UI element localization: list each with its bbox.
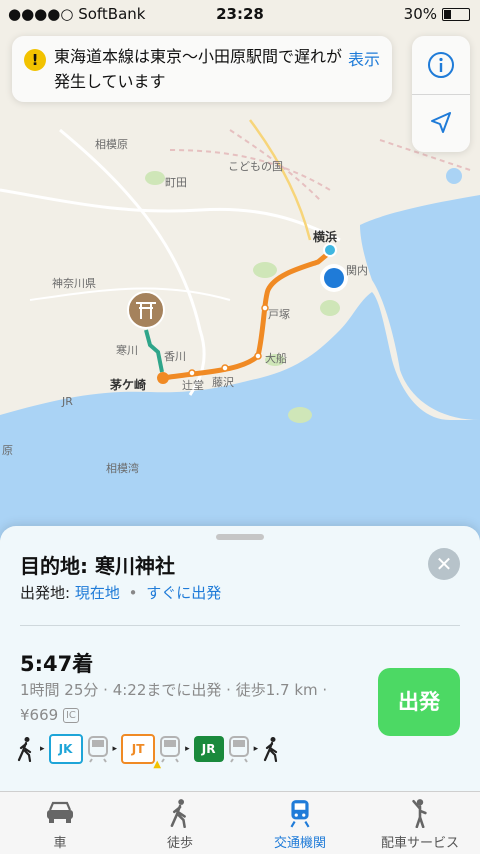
origin-label: 出発地: bbox=[20, 584, 71, 602]
train-icon bbox=[160, 736, 181, 763]
map-label-samukawa: 寒川 bbox=[116, 344, 138, 357]
battery-icon bbox=[442, 7, 470, 21]
tab-ride[interactable]: 配車サービス bbox=[360, 792, 480, 854]
train-icon bbox=[87, 736, 108, 763]
map-label-tsujido: 辻堂 bbox=[182, 379, 204, 392]
alert-message: 東海道本線は東京〜小田原駅間で遅れが発生しています bbox=[54, 47, 343, 91]
train-icon bbox=[290, 800, 310, 828]
map-controls-divider bbox=[412, 94, 470, 95]
transport-tab-bar: 車 徒歩 交通機関 配車サービス bbox=[0, 791, 480, 854]
map-controls bbox=[412, 36, 470, 152]
step-arrow-icon: ▸ bbox=[253, 744, 259, 754]
tab-car-label: 車 bbox=[53, 836, 67, 851]
tab-ride-label: 配車サービス bbox=[380, 836, 459, 851]
step-arrow-icon: ▸ bbox=[185, 744, 190, 754]
map-label-jr: JR bbox=[62, 395, 73, 408]
origin-bullet: • bbox=[128, 584, 138, 602]
alert-show-button[interactable]: 表示 bbox=[348, 46, 380, 70]
warning-icon: ! bbox=[24, 49, 46, 71]
close-button[interactable]: ✕ bbox=[428, 548, 460, 580]
location-arrow-icon[interactable] bbox=[428, 110, 454, 136]
route-steps: ▸ JK ▸ JT ▲ ▸ JR ▸ bbox=[16, 734, 282, 770]
walk-icon bbox=[17, 737, 32, 762]
step-arrow-icon: ▸ bbox=[40, 744, 45, 754]
map-label-sagamiwan: 相模湾 bbox=[106, 462, 139, 475]
map-label-ofuna: 大船 bbox=[265, 352, 287, 365]
status-bar: ●●●●○ SoftBank 23:28 30% bbox=[0, 0, 480, 28]
go-button[interactable]: 出発 bbox=[378, 668, 460, 736]
train-icon bbox=[228, 736, 249, 763]
map-label-totsuka: 戸塚 bbox=[268, 308, 290, 321]
map-label-kodomo: こどもの国 bbox=[228, 160, 283, 173]
battery-percent: 30% bbox=[403, 5, 437, 23]
map-label-machida: 町田 bbox=[165, 176, 187, 189]
depart-time-link[interactable]: すぐに出発 bbox=[146, 584, 221, 602]
ic-badge: IC bbox=[62, 708, 79, 723]
info-icon[interactable] bbox=[427, 51, 455, 79]
card-divider bbox=[20, 625, 460, 626]
status-right: 30% bbox=[404, 5, 470, 23]
walk-icon bbox=[170, 799, 186, 828]
step-arrow-icon: ▸ bbox=[112, 744, 118, 754]
route-details: 1時間 25分 · 4:22までに出発 · 徒歩1.7 km · ¥669 IC bbox=[20, 678, 350, 728]
map-label-kagawa: 香川 bbox=[164, 350, 186, 363]
map-label-fujisawa: 藤沢 bbox=[212, 376, 234, 389]
line-badge-jt: JT bbox=[121, 734, 156, 764]
line-badge-jt-wrap: JT ▲ bbox=[121, 734, 161, 770]
car-icon bbox=[47, 801, 73, 823]
line-badge-jk: JK bbox=[48, 734, 83, 764]
delay-alert-banner[interactable]: ! 東海道本線は東京〜小田原駅間で遅れが発生しています 表示 bbox=[12, 36, 392, 102]
warning-icon: ▲ bbox=[153, 759, 162, 770]
origin-value-link[interactable]: 現在地 bbox=[75, 584, 120, 602]
tab-walk[interactable]: 徒歩 bbox=[120, 792, 240, 854]
tab-car[interactable]: 車 bbox=[0, 792, 120, 854]
destination-title: 目的地: 寒川神社 bbox=[20, 554, 175, 578]
tab-transit[interactable]: 交通機関 bbox=[240, 792, 360, 854]
map-label-hara: 原 bbox=[2, 444, 13, 457]
origin-row: 出発地: 現在地 • すぐに出発 bbox=[20, 582, 221, 603]
walk-icon bbox=[264, 737, 278, 762]
ride-icon bbox=[412, 799, 427, 828]
map-label-chigasaki: 茅ケ崎 bbox=[110, 378, 147, 392]
arrival-time: 5:47着 bbox=[20, 652, 94, 676]
map-label-kanagawa: 神奈川県 bbox=[52, 277, 96, 290]
tab-walk-label: 徒歩 bbox=[166, 836, 193, 851]
map-label-yokohama: 横浜 bbox=[313, 230, 338, 244]
map-label-kannai: 関内 bbox=[346, 264, 368, 277]
sheet-grabber[interactable] bbox=[216, 534, 264, 540]
map-label-sagamihara: 相模原 bbox=[95, 138, 128, 151]
line-badge-jr: JR bbox=[193, 736, 224, 762]
tab-transit-label: 交通機関 bbox=[273, 836, 326, 851]
